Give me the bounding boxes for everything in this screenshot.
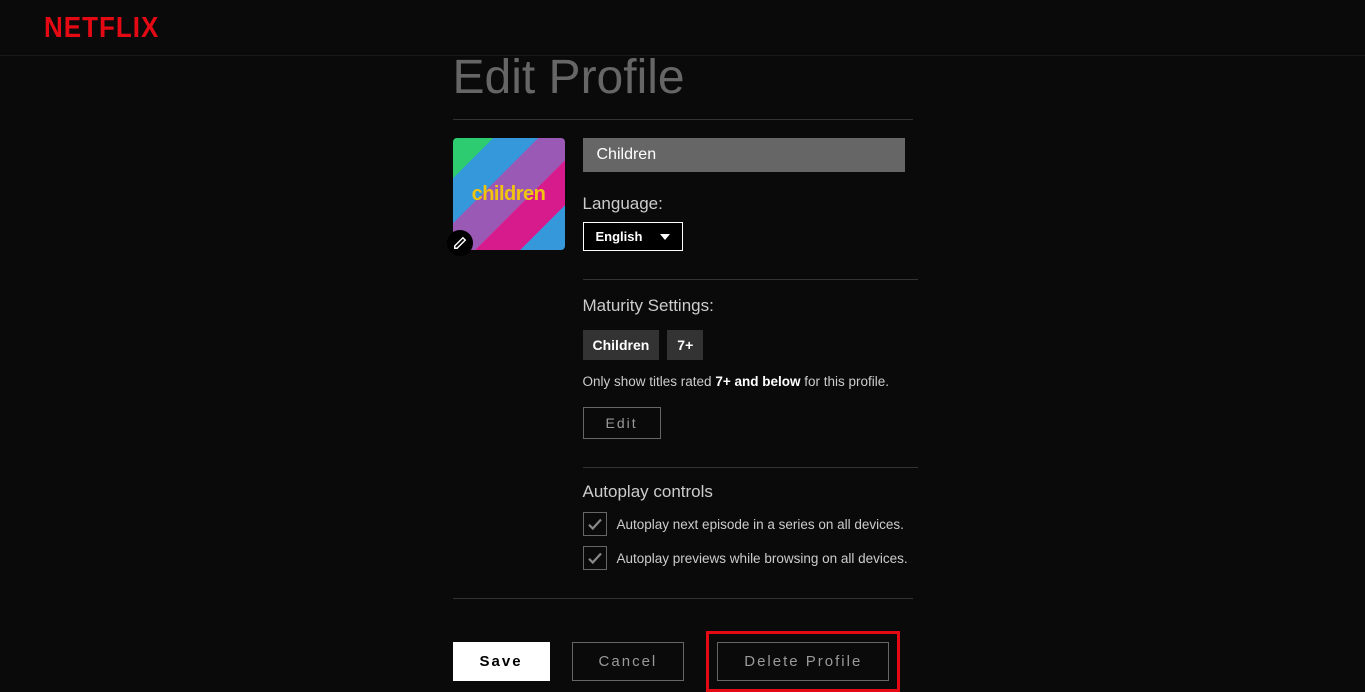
maturity-tag-children: Children: [583, 330, 660, 360]
language-select[interactable]: English: [583, 222, 684, 251]
autoplay-previews-label: Autoplay previews while browsing on all …: [617, 551, 908, 566]
save-button[interactable]: Save: [453, 642, 550, 681]
chevron-down-icon: [660, 234, 670, 240]
edit-avatar-icon[interactable]: [447, 230, 473, 256]
autoplay-previews-checkbox[interactable]: [583, 546, 607, 570]
avatar-button[interactable]: children: [453, 138, 565, 250]
edit-profile-panel: Edit Profile children Language: English: [453, 56, 913, 692]
delete-profile-button[interactable]: Delete Profile: [717, 642, 889, 681]
maturity-note: Only show titles rated 7+ and below for …: [583, 374, 918, 389]
autoplay-heading: Autoplay controls: [583, 482, 918, 502]
delete-highlight-box: Delete Profile: [706, 631, 900, 692]
check-icon: [586, 515, 604, 533]
autoplay-previews-row: Autoplay previews while browsing on all …: [583, 546, 918, 570]
maturity-tags: Children 7+: [583, 330, 918, 360]
page-title: Edit Profile: [453, 50, 913, 105]
autoplay-next-label: Autoplay next episode in a series on all…: [617, 517, 904, 532]
autoplay-next-checkbox[interactable]: [583, 512, 607, 536]
divider: [583, 279, 918, 280]
check-icon: [586, 549, 604, 567]
avatar-label: children: [472, 183, 546, 206]
header: NETFLIX: [0, 0, 1365, 56]
autoplay-next-row: Autoplay next episode in a series on all…: [583, 512, 918, 536]
content: Edit Profile children Language: English: [0, 56, 1365, 692]
footer-actions: Save Cancel Delete Profile: [453, 631, 913, 692]
divider: [453, 119, 913, 120]
maturity-tag-7plus: 7+: [667, 330, 703, 360]
maturity-heading: Maturity Settings:: [583, 296, 918, 316]
language-value: English: [596, 229, 643, 244]
divider: [453, 598, 913, 599]
divider: [583, 467, 918, 468]
cancel-button[interactable]: Cancel: [572, 642, 685, 681]
profile-fields: Language: English Maturity Settings: Chi…: [583, 138, 918, 570]
profile-row: children Language: English Maturity Sett…: [453, 138, 913, 570]
netflix-logo[interactable]: NETFLIX: [44, 10, 159, 44]
profile-name-input[interactable]: [583, 138, 905, 172]
edit-maturity-button[interactable]: Edit: [583, 407, 661, 439]
language-label: Language:: [583, 194, 918, 214]
